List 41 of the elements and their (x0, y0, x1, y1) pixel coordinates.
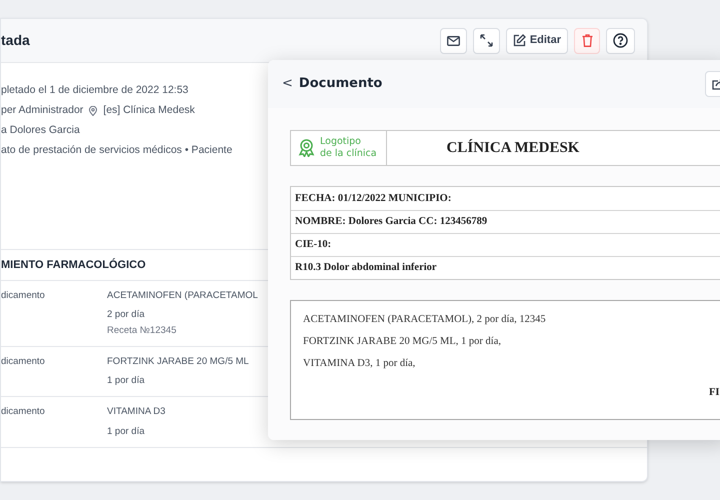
record-title: tada (1, 31, 30, 50)
award-icon (298, 139, 315, 157)
clinic-name: CLÍNICA MEDESK (446, 138, 580, 158)
medication-name: VITAMINA D3 (107, 405, 166, 420)
patient-field: R10.3 Dolor abdominal inferior (295, 260, 437, 276)
back-button[interactable]: < (282, 74, 293, 94)
clinic-text: [es] Clínica Medesk (103, 102, 195, 118)
prescription-line: VITAMINA D3, 1 por día, (303, 356, 416, 370)
prescription-line: ACETAMINOFEN (PARACETAMOL), 2 por día, 12345 (303, 313, 547, 327)
section-title: MIENTO FARMACOLÓGICO (1, 257, 146, 273)
location-pin-icon (89, 106, 98, 116)
mail-button[interactable] (440, 28, 467, 54)
delete-button[interactable] (574, 28, 600, 54)
document-title: Documento (298, 75, 382, 94)
medication-name: ACETAMINOFEN (PARACETAMOL (107, 289, 258, 303)
info-text: a Dolores Garcia (1, 122, 80, 138)
logo-placeholder-text: Logotipo de la clínica (320, 136, 377, 160)
expand-button[interactable] (472, 28, 500, 54)
edit-button[interactable]: Editar (506, 28, 568, 54)
row-label: dicamento (1, 406, 45, 418)
row-label: dicamento (1, 356, 45, 367)
expand-icon (480, 34, 493, 47)
mail-icon (446, 36, 460, 46)
medication-detail: 1 por día (107, 374, 146, 388)
prescription-line: FORTZINK JARABE 20 MG/5 ML, 1 por día, (303, 334, 502, 349)
medication-detail: 1 por día (107, 424, 146, 438)
medication-detail: Receta №12345 (107, 324, 178, 338)
row-label: dicamento (1, 290, 45, 301)
patient-field: NOMBRE: Dolores Garcia CC: 123456789 (295, 214, 488, 230)
medication-name: FORTZINK JARABE 20 MG/5 ML (107, 354, 249, 369)
help-icon (613, 33, 628, 48)
edit-icon (512, 34, 526, 47)
info-text: per Administrador (1, 102, 84, 118)
info-text: ato de prestación de servicios médicos • Paciente (1, 142, 232, 158)
trash-icon (582, 34, 592, 47)
help-button[interactable] (606, 28, 635, 54)
info-text: pletado el 1 de diciembre de 2022 12:53 (1, 82, 188, 98)
medication-detail: 2 por día (107, 308, 146, 322)
patient-field: FECHA: 01/12/2022 MUNICIPIO: (295, 190, 452, 206)
signature-label: FI (709, 386, 720, 400)
patient-field: CIE-10: (295, 237, 332, 253)
